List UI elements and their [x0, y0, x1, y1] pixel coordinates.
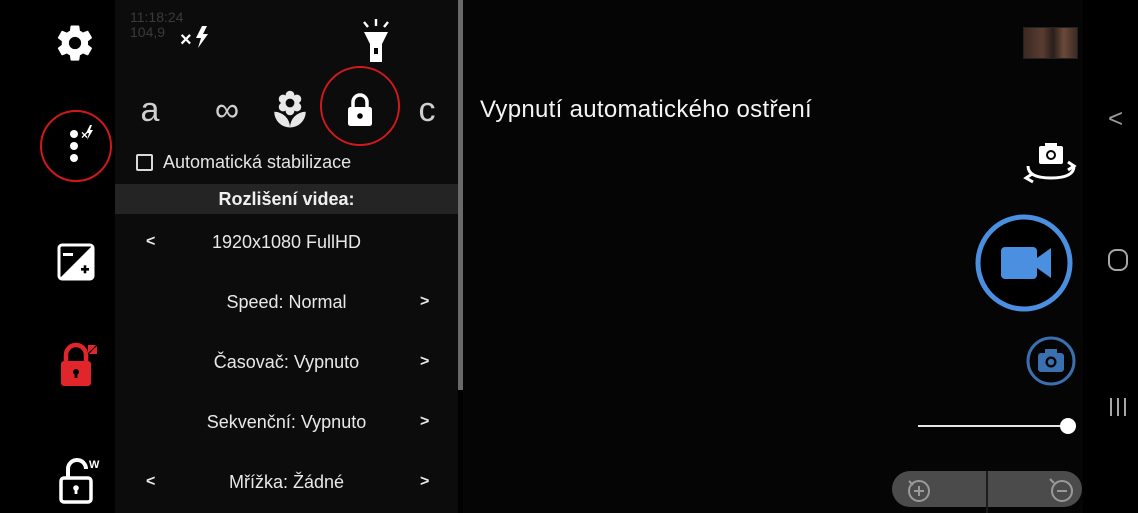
- home-icon: [1108, 249, 1128, 271]
- focus-auto-button[interactable]: a: [125, 80, 175, 140]
- focus-infinity-button[interactable]: ∞: [197, 80, 257, 140]
- stabilization-option[interactable]: Automatická stabilizace: [136, 150, 351, 174]
- flower-icon: [274, 90, 306, 128]
- toast-message: Vypnutí automatického ostření: [480, 96, 812, 123]
- recents-icon: [1110, 398, 1126, 416]
- take-photo-button[interactable]: [1025, 335, 1077, 392]
- flash-off-button[interactable]: ×: [180, 24, 214, 55]
- speed-next-button[interactable]: >: [420, 282, 429, 322]
- video-camera-icon: [975, 214, 1073, 312]
- focus-mode-row: a ∞ c: [115, 66, 458, 146]
- settings-button[interactable]: [52, 20, 98, 66]
- speed-value: Speed: Normal: [226, 292, 347, 312]
- zoom-in-button[interactable]: [905, 477, 933, 510]
- resolution-value: 1920x1080 FullHD: [211, 232, 362, 252]
- flash-off-icon: ×: [180, 26, 208, 51]
- video-resolution-header: Rozlišení videa:: [115, 184, 458, 214]
- timer-row: Časovač: Vypnuto >: [115, 342, 458, 382]
- exposure-icon: [57, 243, 95, 281]
- burst-value: Sekvenční: Vypnuto: [206, 412, 367, 432]
- more-options-flash-icon: ×: [70, 125, 93, 162]
- burst-next-button[interactable]: >: [420, 402, 429, 442]
- record-video-button[interactable]: [975, 214, 1073, 317]
- zoom-slider-knob[interactable]: [1060, 418, 1076, 434]
- grid-value: Mřížka: Žádné: [228, 472, 345, 492]
- lock-icon: [348, 93, 372, 126]
- stabilization-checkbox[interactable]: [136, 153, 153, 171]
- zoom-out-icon: [1049, 478, 1073, 502]
- zoom-divider: [986, 471, 988, 513]
- camera-toolbar: × W: [0, 0, 115, 513]
- zoom-in-icon: [908, 480, 930, 502]
- torch-button[interactable]: [358, 18, 394, 69]
- wb-unlock-icon: W: [59, 458, 100, 504]
- stabilization-label: Automatická stabilizace: [163, 151, 352, 172]
- grid-next-button[interactable]: >: [420, 462, 429, 502]
- white-balance-lock-button[interactable]: W: [55, 455, 103, 505]
- nav-recents-button[interactable]: [1108, 396, 1128, 423]
- status-overlay: 11:18:24 104,9: [130, 10, 183, 40]
- exposure-button[interactable]: [54, 240, 98, 284]
- switch-camera-button[interactable]: [1022, 140, 1080, 189]
- svg-text:×: ×: [81, 128, 88, 142]
- status-time: 11:18:24: [130, 9, 184, 25]
- timer-next-button[interactable]: >: [420, 342, 429, 382]
- svg-text:×: ×: [180, 29, 192, 50]
- status-storage: 104,9: [130, 24, 166, 40]
- exposure-lock-button[interactable]: [55, 340, 101, 390]
- exposure-lock-icon: [61, 342, 98, 386]
- focus-continuous-button[interactable]: c: [407, 80, 447, 140]
- camera-icon: [1026, 336, 1076, 386]
- zoom-out-button[interactable]: [1048, 477, 1076, 510]
- timer-value: Časovač: Vypnuto: [213, 352, 360, 372]
- popup-menu-button[interactable]: ×: [52, 120, 102, 170]
- gallery-thumbnail[interactable]: [1023, 27, 1078, 59]
- svg-text:W: W: [89, 459, 100, 471]
- flashlight-icon: [363, 19, 389, 62]
- resolution-row: < 1920x1080 FullHD: [115, 222, 458, 262]
- gear-icon: [57, 25, 92, 61]
- zoom-slider-track[interactable]: [918, 425, 1068, 427]
- grid-row: < Mřížka: Žádné >: [115, 462, 458, 502]
- focus-locked-button[interactable]: [337, 80, 383, 140]
- speed-row: Speed: Normal >: [115, 282, 458, 322]
- nav-home-button[interactable]: [1107, 248, 1129, 277]
- switch-camera-icon: [1023, 143, 1077, 184]
- burst-row: Sekvenční: Vypnuto >: [115, 402, 458, 442]
- nav-back-button[interactable]: <: [1108, 103, 1123, 134]
- focus-macro-button[interactable]: [265, 80, 315, 140]
